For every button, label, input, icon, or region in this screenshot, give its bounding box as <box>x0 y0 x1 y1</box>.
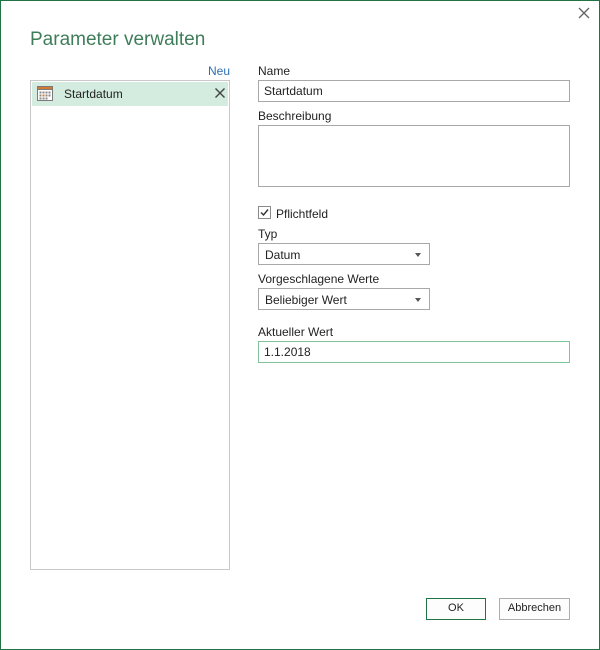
chevron-down-icon <box>415 298 421 302</box>
chevron-down-icon <box>415 253 421 257</box>
description-textarea[interactable] <box>258 125 570 187</box>
suggested-values-select-value: Beliebiger Wert <box>265 293 347 307</box>
current-value-input[interactable]: 1.1.2018 <box>258 341 570 363</box>
calendar-icon <box>37 86 53 101</box>
required-label[interactable]: Pflichtfeld <box>276 207 328 221</box>
type-select-value: Datum <box>265 248 301 262</box>
dialog-title: Parameter verwalten <box>30 29 206 50</box>
suggested-values-label: Vorgeschlagene Werte <box>258 272 380 286</box>
parameter-list-item-label: Startdatum <box>64 87 123 101</box>
type-select[interactable]: Datum <box>258 243 430 265</box>
suggested-values-select[interactable]: Beliebiger Wert <box>258 288 430 310</box>
cancel-button[interactable]: Abbrechen <box>499 598 570 620</box>
remove-parameter-icon[interactable] <box>214 87 226 99</box>
required-checkbox[interactable] <box>258 206 271 219</box>
manage-parameters-dialog: Parameter verwalten Neu Startdatum Name … <box>0 0 600 650</box>
parameter-list-item[interactable]: Startdatum <box>32 82 228 106</box>
description-label: Beschreibung <box>258 109 332 123</box>
name-input[interactable]: Startdatum <box>258 80 570 102</box>
checkmark-icon <box>260 209 269 217</box>
close-icon <box>578 7 590 19</box>
close-button[interactable] <box>576 5 592 21</box>
ok-button[interactable]: OK <box>426 598 486 620</box>
parameter-list: Startdatum <box>30 80 230 570</box>
name-label: Name <box>258 64 291 78</box>
new-parameter-link[interactable]: Neu <box>191 64 230 78</box>
type-label: Typ <box>258 227 278 241</box>
current-value-label: Aktueller Wert <box>258 325 334 339</box>
